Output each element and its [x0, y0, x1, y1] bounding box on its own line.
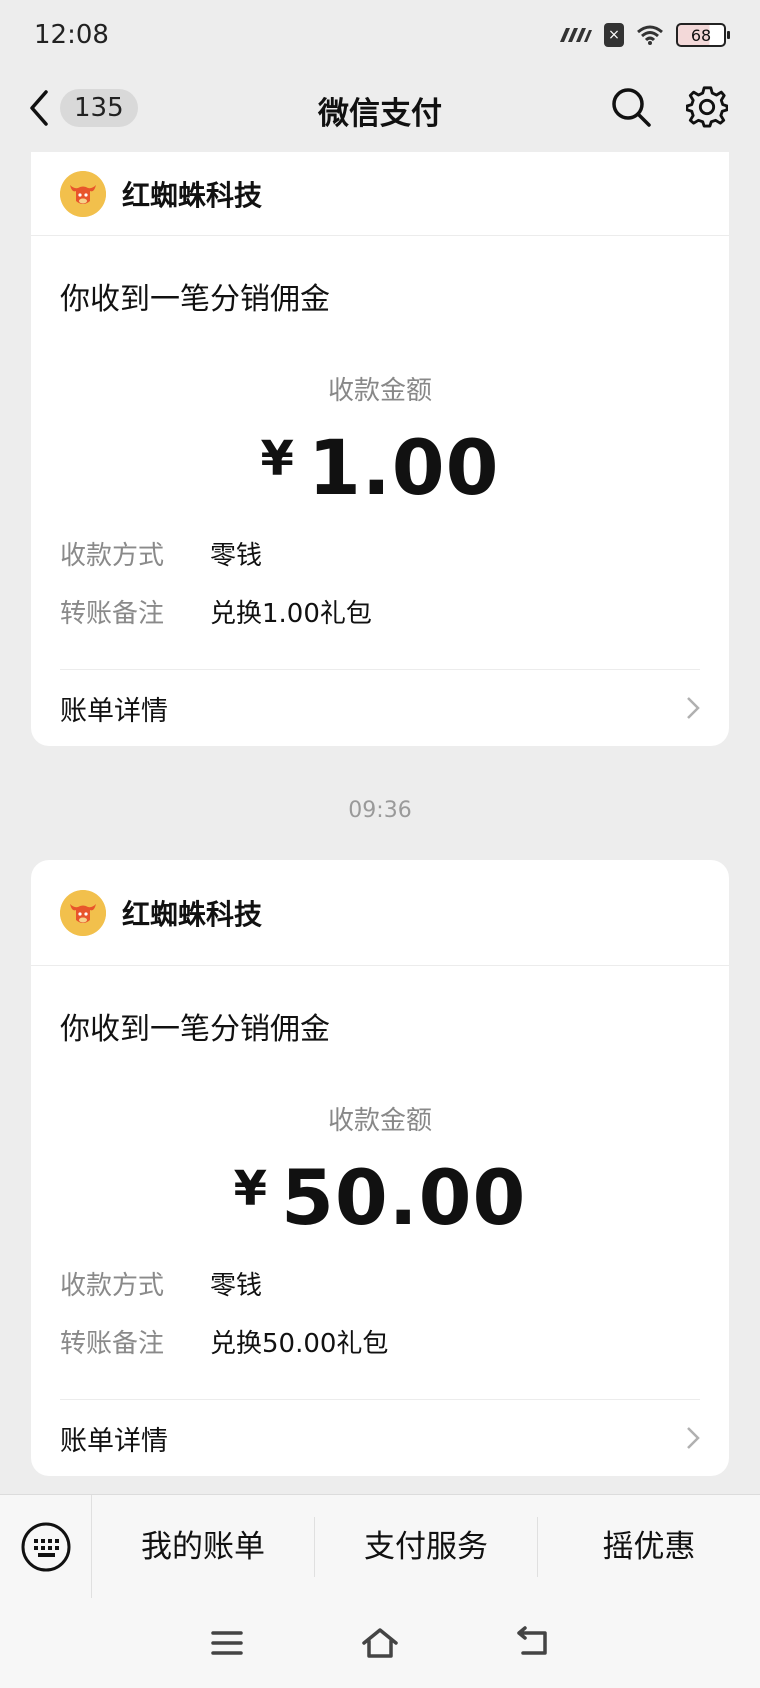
merchant-name: 红蜘蛛科技 — [122, 897, 263, 931]
currency-symbol: ¥ — [260, 431, 294, 487]
battery-indicator: 68 — [676, 23, 730, 47]
status-bar: 12:08 × 68 — [0, 0, 760, 70]
status-time: 12:08 — [34, 20, 109, 50]
method-value: 零钱 — [210, 1270, 263, 1301]
keyboard-icon — [21, 1522, 70, 1571]
home-icon[interactable] — [360, 1625, 400, 1661]
gear-icon[interactable] — [686, 84, 728, 128]
card-header[interactable]: 红蜘蛛科技 — [31, 152, 729, 236]
keyboard-toggle-button[interactable] — [0, 1494, 92, 1599]
amount-label: 收款金额 — [327, 1106, 432, 1136]
note-value: 兑换50.00礼包 — [210, 1328, 389, 1359]
message-timestamp: 09:36 — [348, 798, 412, 823]
nav-bar: 135 微信支付 — [0, 70, 760, 150]
merchant-logo — [60, 889, 106, 936]
note-label: 转账备注 — [60, 1328, 165, 1359]
amount-label: 收款金额 — [327, 376, 432, 406]
note-label: 转账备注 — [60, 598, 165, 629]
amount-value: 50.00 — [281, 1152, 527, 1242]
wifi-icon — [637, 25, 663, 45]
sim-icon: × — [604, 23, 624, 47]
merchant-name: 红蜘蛛科技 — [122, 178, 263, 212]
menu-payment-services[interactable]: 支付服务 — [315, 1516, 538, 1577]
payment-card: 红蜘蛛科技 你收到一笔分销佣金 收款金额 ¥ 50.00 收款方式 零钱 转账备… — [31, 860, 729, 1476]
method-label: 收款方式 — [60, 540, 165, 571]
message-title: 你收到一笔分销佣金 — [60, 1012, 330, 1047]
note-value: 兑换1.00礼包 — [210, 598, 372, 629]
system-nav-bar — [0, 1598, 760, 1688]
amount-value: 1.00 — [307, 422, 500, 512]
return-icon[interactable] — [513, 1625, 553, 1661]
menu-my-bills[interactable]: 我的账单 — [92, 1516, 315, 1577]
method-row: 收款方式 零钱 — [60, 1265, 700, 1301]
note-row: 转账备注 兑换1.00礼包 — [60, 593, 700, 629]
method-row: 收款方式 零钱 — [60, 535, 700, 571]
card-header[interactable]: 红蜘蛛科技 — [31, 860, 729, 966]
bill-detail-link[interactable]: 账单详情 — [60, 670, 700, 746]
currency-symbol: ¥ — [233, 1161, 267, 1217]
bull-logo-icon — [60, 170, 106, 217]
note-row: 转账备注 兑换50.00礼包 — [60, 1323, 700, 1359]
search-icon[interactable] — [610, 86, 652, 128]
bill-detail-label: 账单详情 — [60, 1425, 168, 1457]
bill-detail-label: 账单详情 — [60, 695, 168, 727]
message-title: 你收到一笔分销佣金 — [60, 282, 330, 317]
bill-detail-link[interactable]: 账单详情 — [60, 1400, 700, 1476]
amount: ¥ 1.00 — [60, 423, 700, 512]
menu-icon[interactable] — [207, 1625, 247, 1661]
chevron-right-icon — [687, 697, 700, 719]
chevron-right-icon — [687, 1427, 700, 1449]
payment-card: 红蜘蛛科技 你收到一笔分销佣金 收款金额 ¥ 1.00 收款方式 零钱 转账备注… — [31, 152, 729, 746]
method-label: 收款方式 — [60, 1270, 165, 1301]
menu-shake-deals[interactable]: 摇优惠 — [538, 1517, 760, 1577]
status-icons: × 68 — [558, 23, 730, 47]
signal-icon — [560, 28, 592, 42]
merchant-logo — [60, 170, 106, 217]
method-value: 零钱 — [210, 540, 263, 571]
bull-logo-icon — [60, 889, 106, 936]
amount: ¥ 50.00 — [60, 1153, 700, 1242]
bottom-menu: 我的账单 支付服务 摇优惠 — [0, 1494, 760, 1599]
